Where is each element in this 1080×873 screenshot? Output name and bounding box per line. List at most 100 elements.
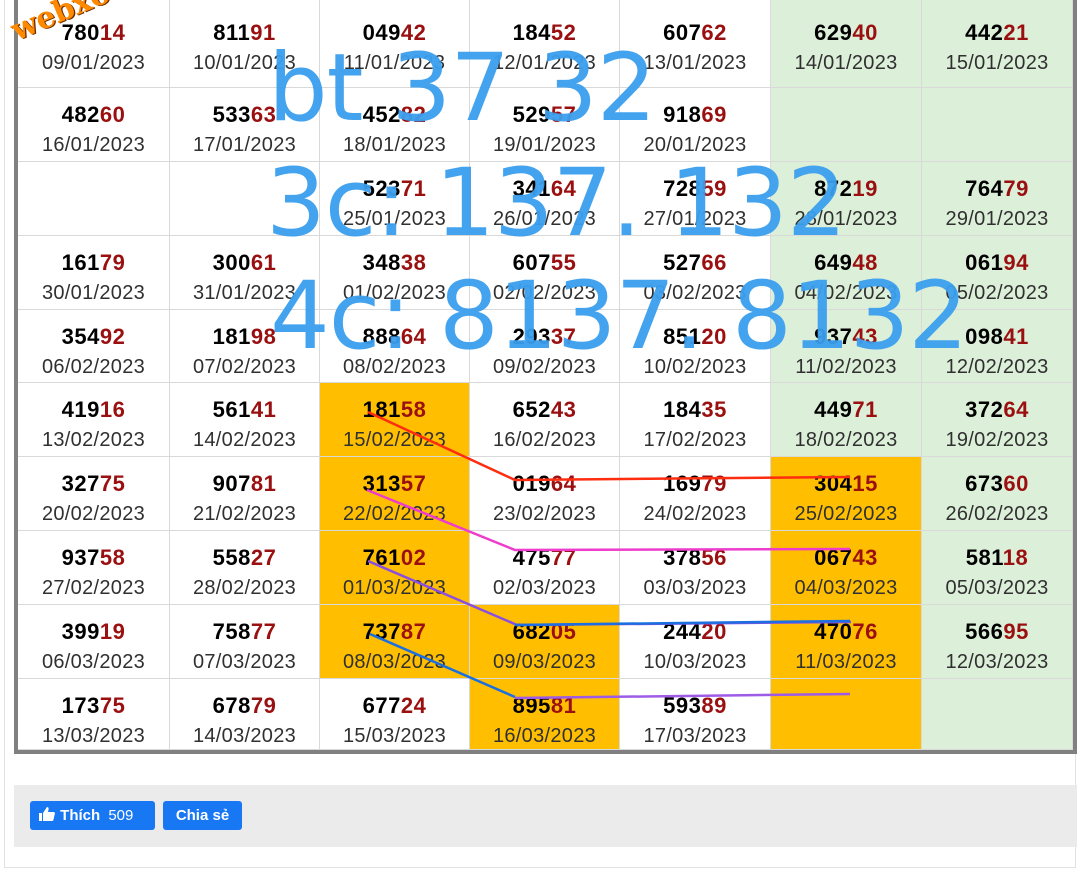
result-cell: 17375 13/03/2023 — [18, 679, 170, 750]
result-number-tail: 79 — [250, 693, 277, 718]
result-date: 14/03/2023 — [192, 725, 297, 747]
result-cell: 81191 10/01/2023 — [170, 0, 320, 88]
result-number-head: 354 — [61, 324, 100, 349]
result-number-head: 764 — [965, 176, 1004, 201]
result-date: 05/02/2023 — [945, 282, 1049, 304]
result-cell: 91869 20/01/2023 — [620, 88, 771, 162]
result-number-head: 533 — [212, 102, 251, 127]
share-button[interactable]: Chia sẻ — [163, 801, 242, 830]
result-number-tail: 87 — [400, 619, 427, 644]
like-button[interactable]: Thích 509 — [30, 801, 155, 830]
result-cell — [18, 162, 170, 236]
result-number: 85120 — [620, 325, 770, 349]
result-number: 04942 — [320, 21, 469, 45]
result-number-head: 780 — [61, 20, 100, 45]
result-number-head: 561 — [212, 397, 251, 422]
result-number: 37264 — [922, 398, 1072, 422]
result-number-tail: 43 — [852, 324, 878, 349]
result-number-tail: 14 — [99, 20, 126, 45]
result-date: 13/01/2023 — [643, 52, 747, 74]
result-number: 64948 — [771, 251, 921, 275]
result-date: 08/02/2023 — [342, 356, 447, 378]
result-number: 67879 — [170, 694, 319, 718]
result-number-tail: 41 — [250, 397, 277, 422]
result-number-head: 449 — [814, 397, 853, 422]
result-number: 93743 — [771, 325, 921, 349]
result-number-head: 673 — [965, 471, 1004, 496]
result-number-head: 907 — [212, 471, 251, 496]
result-number-tail: 05 — [550, 619, 577, 644]
result-number-tail: 66 — [701, 250, 727, 275]
result-cell: 24420 10/03/2023 — [620, 605, 771, 679]
result-date: 13/02/2023 — [41, 429, 146, 451]
result-number: 87219 — [771, 177, 921, 201]
result-cell: 67879 14/03/2023 — [170, 679, 320, 750]
result-number: 90781 — [170, 472, 319, 496]
result-date: 23/02/2023 — [492, 503, 597, 525]
result-number-head: 937 — [61, 545, 100, 570]
result-date: 22/02/2023 — [342, 503, 447, 525]
result-number-head: 652 — [512, 397, 551, 422]
result-date: 17/03/2023 — [643, 725, 747, 747]
result-date: 24/02/2023 — [643, 503, 747, 525]
result-date: 19/02/2023 — [945, 429, 1049, 451]
result-cell: 45282 18/01/2023 — [320, 88, 470, 162]
result-number-tail: 35 — [701, 397, 727, 422]
result-date: 01/03/2023 — [342, 577, 447, 599]
result-number: 52957 — [470, 103, 619, 127]
result-number-tail: 71 — [852, 397, 878, 422]
result-number-tail: 27 — [250, 545, 277, 570]
result-number-head: 470 — [814, 619, 853, 644]
result-date: 09/02/2023 — [492, 356, 597, 378]
result-date: 26/02/2023 — [945, 503, 1049, 525]
result-number-head: 372 — [965, 397, 1004, 422]
result-number-head: 761 — [362, 545, 401, 570]
result-cell: 59389 17/03/2023 — [620, 679, 771, 750]
result-number-head: 482 — [61, 102, 100, 127]
result-number-tail: 81 — [550, 693, 577, 718]
result-date: 10/03/2023 — [643, 651, 747, 673]
result-cell: 37856 03/03/2023 — [620, 531, 771, 605]
result-number-tail: 79 — [99, 250, 126, 275]
result-number: 81191 — [170, 21, 319, 45]
result-date: 06/02/2023 — [41, 356, 146, 378]
result-number-head: 811 — [213, 20, 251, 45]
result-number-head: 593 — [663, 693, 702, 718]
result-cell: 16179 30/01/2023 — [18, 236, 170, 310]
result-number-head: 678 — [212, 693, 251, 718]
result-date: 26/01/2023 — [492, 208, 597, 230]
result-number: 68205 — [470, 620, 619, 644]
result-number-head: 049 — [362, 20, 401, 45]
result-cell: 04942 11/01/2023 — [320, 0, 470, 88]
result-number: 37856 — [620, 546, 770, 570]
result-number: 91869 — [620, 103, 770, 127]
result-date: 20/01/2023 — [643, 134, 747, 156]
result-date: 25/02/2023 — [794, 503, 898, 525]
result-number: 76479 — [922, 177, 1072, 201]
result-cell: 48260 16/01/2023 — [18, 88, 170, 162]
result-number: 60755 — [470, 251, 619, 275]
result-number: 34838 — [320, 251, 469, 275]
result-number: 72859 — [620, 177, 770, 201]
result-number-head: 184 — [512, 20, 551, 45]
result-number: 55827 — [170, 546, 319, 570]
result-number: 44221 — [922, 21, 1072, 45]
result-cell: 01964 23/02/2023 — [470, 457, 620, 531]
result-cell: 30061 31/01/2023 — [170, 236, 320, 310]
result-cell: 37264 19/02/2023 — [922, 383, 1073, 457]
result-number-tail: 64 — [1003, 397, 1029, 422]
result-date: 10/02/2023 — [643, 356, 747, 378]
result-cell: 72859 27/01/2023 — [620, 162, 771, 236]
result-number-head: 348 — [362, 250, 401, 275]
result-number-head: 566 — [965, 619, 1004, 644]
result-number-head: 067 — [814, 545, 853, 570]
result-cell: 65243 16/02/2023 — [470, 383, 620, 457]
result-date: 07/03/2023 — [192, 651, 297, 673]
result-number-head: 161 — [61, 250, 100, 275]
result-number: 29337 — [470, 325, 619, 349]
result-number-head: 851 — [663, 324, 702, 349]
result-number: 47076 — [771, 620, 921, 644]
result-number: 73787 — [320, 620, 469, 644]
result-cell: 18435 17/02/2023 — [620, 383, 771, 457]
result-number-head: 181 — [212, 324, 251, 349]
